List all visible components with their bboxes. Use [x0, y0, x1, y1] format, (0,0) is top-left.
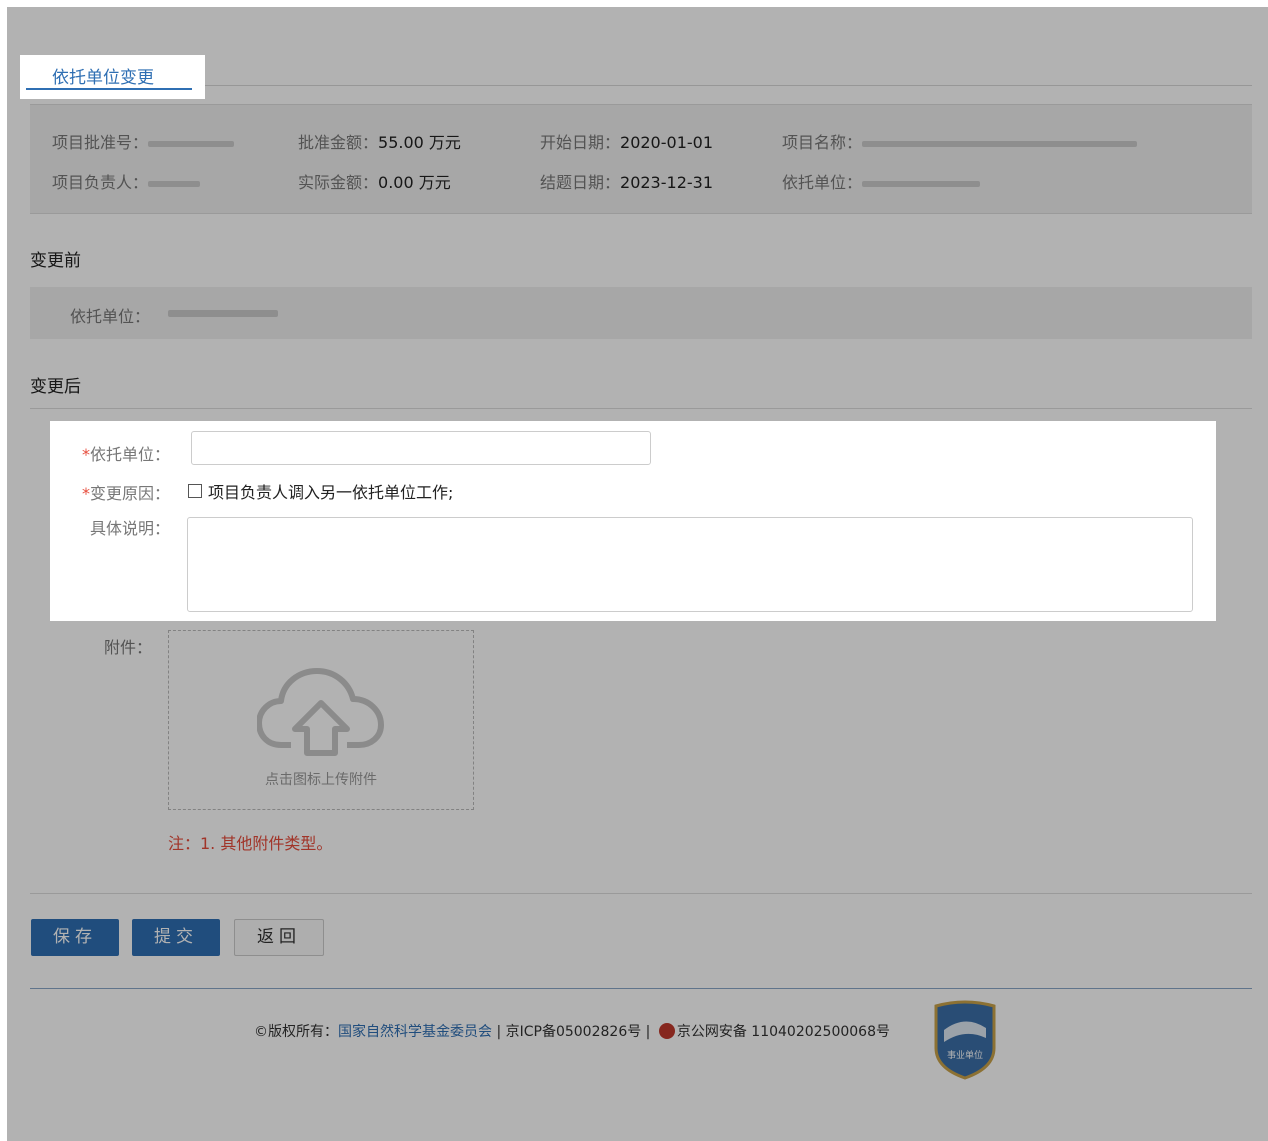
- project-info-panel: 项目批准号： 批准金额：55.00 万元 开始日期：2020-01-01 项目名…: [30, 104, 1252, 214]
- reason-option-row[interactable]: 项目负责人调入另一依托单位工作;: [188, 479, 453, 503]
- reason-option-label: 项目负责人调入另一依托单位工作;: [208, 483, 454, 502]
- submit-button[interactable]: 提交: [132, 919, 220, 956]
- project-name: 项目名称：: [782, 129, 1138, 153]
- new-unit-label: *依托单位：: [82, 445, 171, 464]
- before-section-title: 变更前: [30, 251, 81, 271]
- end-date: 结题日期：2023-12-31: [540, 173, 713, 192]
- upload-area[interactable]: 点击图标上传附件: [168, 630, 474, 810]
- host-unit: 依托单位：: [782, 169, 981, 193]
- before-unit-label: 依托单位：: [70, 307, 151, 326]
- new-unit-input[interactable]: [191, 431, 651, 465]
- public-institution-badge-icon: 事业单位: [934, 1000, 996, 1080]
- actual-amount: 实际金额：0.00 万元: [298, 173, 451, 192]
- detail-label: 具体说明：: [90, 519, 171, 538]
- cloud-upload-icon[interactable]: [257, 667, 385, 757]
- approved-amount: 批准金额：55.00 万元: [298, 133, 461, 152]
- footer-copyright: ©版权所有：国家自然科学基金委员会 | 京ICP备05002826号 | 京公网…: [254, 1023, 890, 1040]
- after-divider: [30, 408, 1252, 409]
- police-badge-icon: [658, 1023, 675, 1039]
- tab-active-underline: [26, 88, 192, 90]
- before-unit-box: 依托单位：: [30, 287, 1252, 339]
- tab-change-unit[interactable]: 依托单位变更: [20, 55, 205, 99]
- change-reason-label: *变更原因：: [82, 484, 171, 503]
- after-section-title: 变更后: [30, 377, 81, 397]
- tab-label: 依托单位变更: [52, 68, 154, 88]
- back-button[interactable]: 返回: [234, 919, 324, 956]
- save-button[interactable]: 保存: [31, 919, 119, 956]
- reason-checkbox[interactable]: [188, 484, 202, 498]
- project-leader: 项目负责人：: [52, 169, 201, 193]
- change-after-form: *依托单位： *变更原因： 项目负责人调入另一依托单位工作; 具体说明：: [50, 421, 1216, 621]
- nsfc-link[interactable]: 国家自然科学基金委员会: [338, 1024, 492, 1040]
- before-unit-value: [168, 310, 278, 317]
- detail-textarea[interactable]: [187, 517, 1193, 612]
- attachment-note: 注：1. 其他附件类型。: [168, 834, 333, 853]
- attachment-label: 附件：: [104, 638, 153, 657]
- start-date: 开始日期：2020-01-01: [540, 133, 713, 152]
- svg-text:事业单位: 事业单位: [947, 1049, 983, 1061]
- upload-hint: 点击图标上传附件: [265, 772, 377, 788]
- footer-divider: [30, 988, 1252, 989]
- actions-divider: [30, 893, 1252, 894]
- approval-no: 项目批准号：: [52, 129, 235, 153]
